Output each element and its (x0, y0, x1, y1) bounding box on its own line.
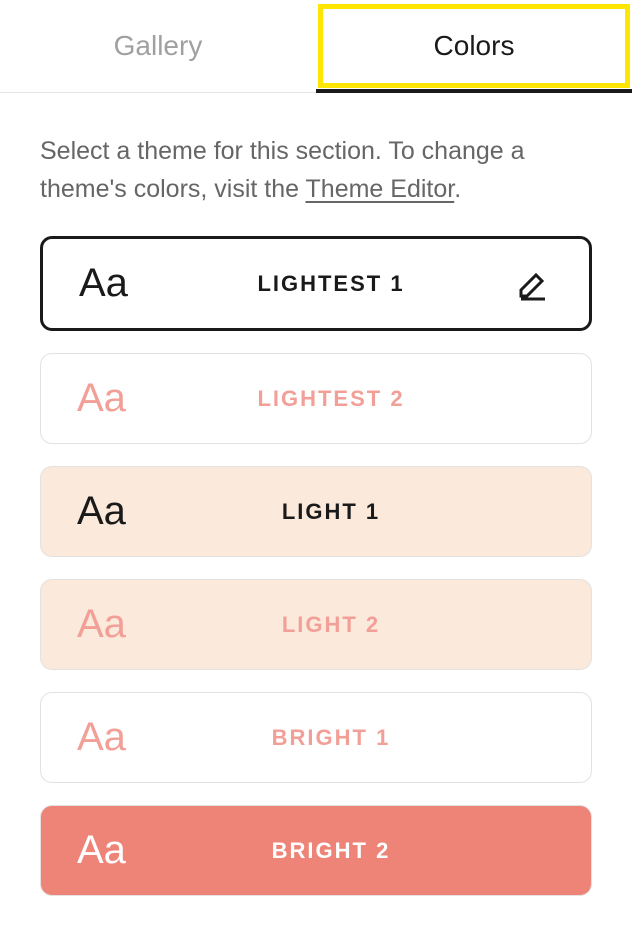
content-area: Select a theme for this section. To chan… (0, 93, 632, 936)
theme-sample-text: Aa (77, 828, 147, 873)
theme-sample-text: Aa (77, 376, 147, 421)
theme-label: LIGHTEST 2 (147, 386, 515, 412)
description-text: Select a theme for this section. To chan… (40, 133, 592, 208)
theme-card-bright-1[interactable]: AaBRIGHT 1 (40, 692, 592, 783)
theme-card-light-2[interactable]: AaLIGHT 2 (40, 579, 592, 670)
theme-label: BRIGHT 1 (147, 725, 515, 751)
description-after: . (454, 175, 461, 203)
tab-gallery-label: Gallery (114, 30, 203, 61)
tab-colors-label: Colors (434, 30, 515, 61)
tab-gallery[interactable]: Gallery (0, 0, 316, 92)
theme-card-lightest-2[interactable]: AaLIGHTEST 2 (40, 353, 592, 444)
theme-label: LIGHTEST 1 (149, 271, 513, 297)
theme-editor-link[interactable]: Theme Editor (306, 175, 455, 203)
theme-sample-text: Aa (77, 602, 147, 647)
theme-card-lightest-1[interactable]: AaLIGHTEST 1 (40, 236, 592, 331)
theme-sample-text: Aa (77, 489, 147, 534)
theme-sample-text: Aa (79, 261, 149, 306)
theme-sample-text: Aa (77, 715, 147, 760)
tab-active-indicator (316, 89, 632, 93)
tabs-container: Gallery Colors (0, 0, 632, 93)
theme-card-light-1[interactable]: AaLIGHT 1 (40, 466, 592, 557)
theme-list: AaLIGHTEST 1AaLIGHTEST 2AaLIGHT 1AaLIGHT… (40, 236, 592, 896)
theme-card-bright-2[interactable]: AaBRIGHT 2 (40, 805, 592, 896)
theme-label: LIGHT 2 (147, 612, 515, 638)
theme-label: LIGHT 1 (147, 499, 515, 525)
theme-label: BRIGHT 2 (147, 838, 515, 864)
tab-colors[interactable]: Colors (316, 0, 632, 92)
edit-icon[interactable] (513, 264, 553, 304)
